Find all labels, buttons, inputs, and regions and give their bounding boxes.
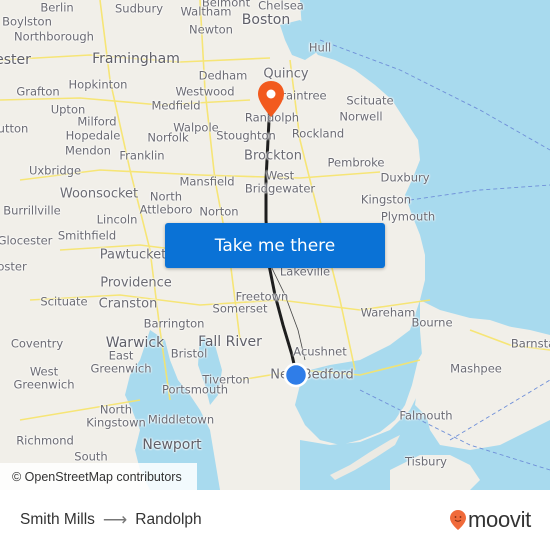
map-label-burrillville: Burrillville [3,203,61,218]
footer-bar: Smith Mills ⟶ Randolph moovit [0,490,550,550]
map-label-acushnet: Acushnet [293,344,347,359]
take-me-there-button[interactable]: Take me there [165,223,385,268]
map-label-duxbury: Duxbury [380,170,430,185]
moovit-logo[interactable]: moovit [449,507,531,533]
map-label-sudbury: Sudbury [114,1,164,16]
map-label-lincoln: Lincoln [96,212,138,227]
moovit-pin-icon [450,510,466,530]
moovit-wordmark: moovit [468,507,531,532]
map-label-scituate-ma: Scituate [346,93,394,108]
map-label-tisbury: Tisbury [405,454,447,469]
map-label-south-kingstown: South [74,449,108,464]
map-label-middletown: Middletown [147,412,215,427]
map-label-north-kingstown: North Kingstown [86,402,146,429]
map-label-barrington: Barrington [143,316,205,331]
map-label-west: West Bridgewater [244,168,316,195]
map-label-coventry: Coventry [10,336,64,351]
map-label-norwell: Norwell [339,109,383,124]
map-label-plymouth: Plymouth [380,209,436,224]
map-label-kingston: Kingston [360,192,412,207]
route-summary: Smith Mills ⟶ Randolph [20,490,202,550]
map-label-pawtucket: Pawtucket [99,247,167,263]
map-label-pembroke: Pembroke [327,155,385,170]
map-label-brockton: Brockton [244,148,302,164]
map-label-worcester: ester [0,52,31,68]
map-label-westwood: Westwood [175,84,235,99]
map-label-milford: Milford [77,114,117,129]
map-label-hopkinton: Hopkinton [68,77,128,92]
map-label-falmouth: Falmouth [399,408,453,423]
map-label-newport: Newport [142,437,202,453]
map-label-hull: Hull [308,40,332,55]
map-label-quincy: Quincy [263,66,309,82]
map-label-sutton: utton [0,121,29,136]
map-label-barnstable: Barnsta [510,336,550,351]
map-label-norton: Norton [199,204,239,219]
map-label-somerset: Somerset [212,301,268,316]
map-label-chelsea: Chelsea [258,0,304,13]
map-view[interactable]: Chelsea Boston Belmont Waltham Newton Su… [0,0,550,490]
map-label-glocester: Glocester [0,233,53,248]
map-label-providence: Providence [100,275,172,291]
map-attribution[interactable]: © OpenStreetMap contributors [0,463,197,490]
map-label-boston: Boston [241,12,291,28]
arrow-right-icon: ⟶ [102,510,128,529]
map-label-portsmouth: Portsmouth [161,382,229,397]
map-label-mashpee: Mashpee [450,361,502,376]
map-label-northborough: Northborough [14,29,94,44]
map-label-scituate-ri: Scituate [40,294,88,309]
map-label-boylston: Boylston [2,14,52,29]
map-label-foster: oster [0,259,27,274]
map-label-grafton: Grafton [16,84,60,99]
map-label-hopedale: Hopedale [65,128,121,143]
map-label-framingham: Framingham [92,51,180,67]
destination-name: Randolph [135,511,202,528]
map-label-bristol: Bristol [170,346,208,361]
map-label-waltham: Waltham [180,4,232,19]
origin-name: Smith Mills [20,511,95,528]
map-label-bourne: Bourne [411,315,453,330]
map-label-woonsocket: Woonsocket [59,186,139,202]
map-label-franklin: Franklin [119,148,165,163]
map-label-berlin: Berlin [40,0,74,15]
map-label-stoughton: Stoughton [216,128,276,143]
origin-location-icon[interactable] [283,362,309,388]
map-label-dedham: Dedham [198,68,248,83]
map-label-richmond: Richmond [16,433,74,448]
map-label-east-greenwich: East Greenwich [90,348,152,375]
map-label-newton: Newton [189,22,233,37]
map-label-medfield: Medfield [151,98,201,113]
map-label-mendon: Mendon [65,143,111,158]
map-label-rockland: Rockland [291,126,345,141]
map-label-norfolk: Norfolk [147,130,189,145]
map-label-west-greenwich: West Greenwich [13,364,75,391]
map-label-mansfield: Mansfield [179,174,235,189]
map-label-north-attleboro: North Attleboro [139,189,193,216]
map-label-smithfield: Smithfield [57,228,117,243]
map-label-cranston: Cranston [98,296,158,312]
map-label-uxbridge: Uxbridge [28,163,82,178]
map-label-wareham: Wareham [360,305,416,320]
destination-pin-icon[interactable] [256,80,286,120]
